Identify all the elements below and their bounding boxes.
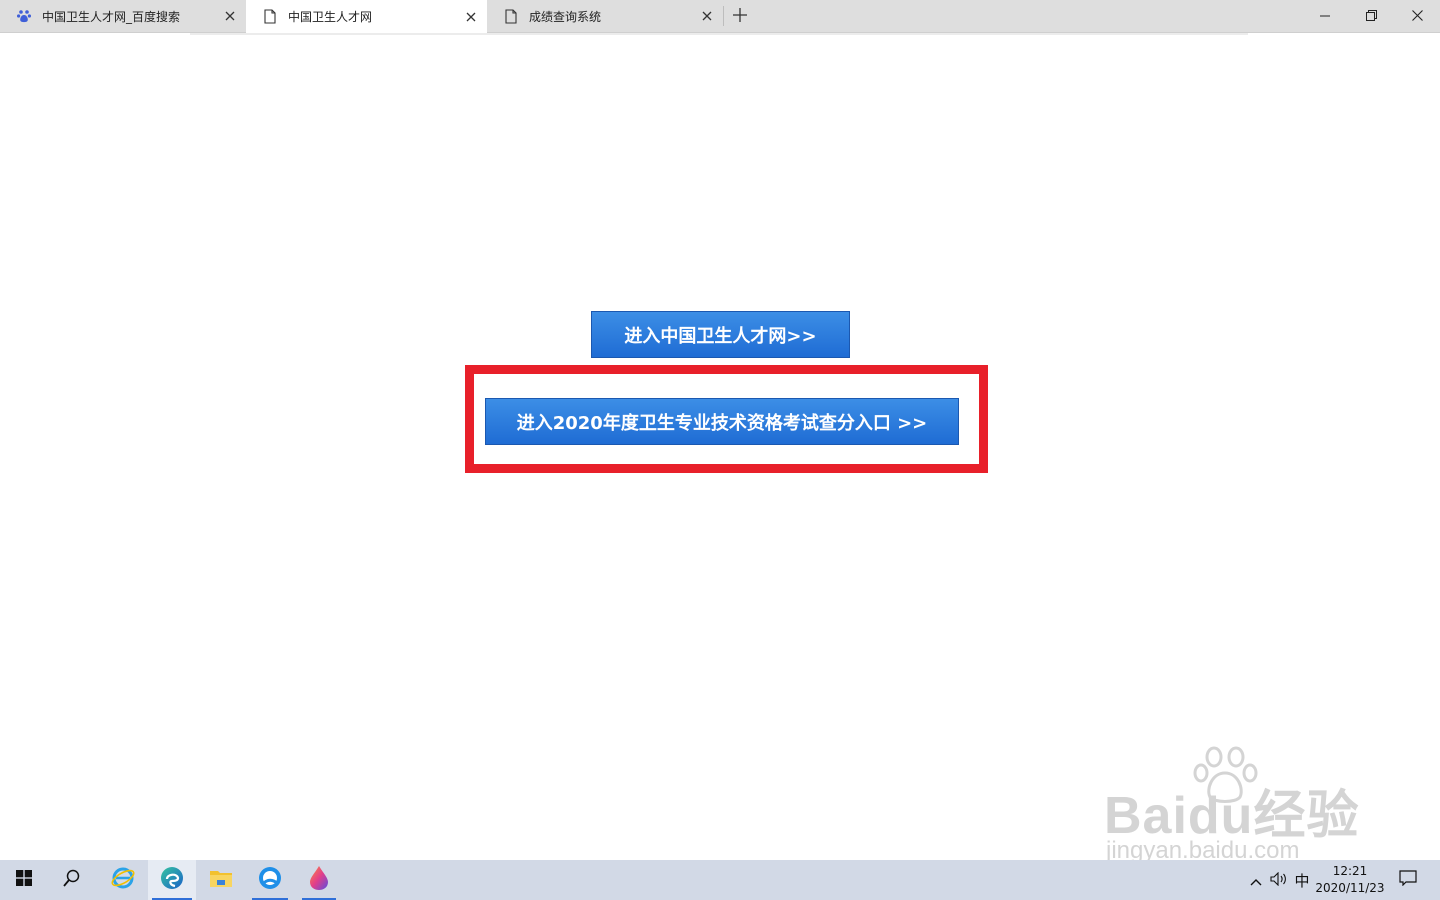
tab-health-talent[interactable]: 中国卫生人才网	[246, 0, 487, 33]
minimize-icon	[1320, 6, 1330, 25]
blue-app-icon	[257, 865, 283, 895]
show-hidden-icons-button[interactable]	[1246, 860, 1266, 900]
tab-separator	[723, 6, 724, 26]
tab-title: 成绩查询系统	[529, 9, 602, 24]
address-divider	[190, 33, 1248, 35]
notification-icon	[1399, 870, 1417, 890]
close-icon	[1411, 6, 1423, 25]
action-center-button[interactable]	[1392, 860, 1424, 900]
page-icon	[262, 9, 278, 25]
baidu-paw-icon	[16, 8, 32, 24]
tab-title: 中国卫生人才网_百度搜索	[42, 9, 181, 24]
taskbar-ie[interactable]	[100, 860, 146, 900]
internet-explorer-icon	[111, 866, 135, 894]
close-window-button[interactable]	[1394, 0, 1440, 30]
taskbar-file-explorer[interactable]	[198, 860, 244, 900]
tab-title: 中国卫生人才网	[288, 10, 373, 24]
chevron-up-icon	[1250, 871, 1262, 890]
restore-button[interactable]	[1348, 0, 1394, 30]
enter-health-talent-button[interactable]: 进入中国卫生人才网>>	[591, 311, 850, 358]
exam-score-entry-button[interactable]: 进入2020年度卫生专业技术资格考试查分入口 >>	[485, 398, 959, 445]
edge-browser-icon	[159, 865, 185, 895]
taskbar-edge[interactable]	[148, 860, 196, 900]
tab-score-query[interactable]: 成绩查询系统	[487, 0, 723, 32]
search-button[interactable]	[48, 860, 96, 900]
plus-icon	[733, 7, 747, 26]
ime-indicator[interactable]: 中	[1290, 860, 1314, 900]
taskbar-app-drop[interactable]	[298, 860, 340, 900]
new-tab-button[interactable]	[730, 6, 750, 26]
page-icon	[503, 8, 519, 24]
start-button[interactable]	[0, 860, 48, 900]
speaker-icon	[1270, 871, 1288, 890]
restore-icon	[1365, 6, 1377, 25]
paint-drop-icon	[308, 865, 330, 895]
minimize-button[interactable]	[1302, 0, 1348, 30]
search-icon	[63, 869, 81, 891]
baidu-watermark: Baidu经验 jingyan.baidu.com	[1100, 745, 1370, 865]
volume-button[interactable]	[1268, 860, 1290, 900]
close-icon[interactable]	[699, 8, 715, 24]
taskbar-app-blue[interactable]	[248, 860, 292, 900]
browser-tab-strip: 中国卫生人才网_百度搜索 中国卫生人才网 成绩查询系统	[0, 0, 1440, 33]
windows-logo-icon	[16, 870, 32, 890]
system-clock[interactable]: 12:21 2020/11/23	[1312, 863, 1388, 899]
clock-time: 12:21	[1332, 864, 1368, 878]
close-icon[interactable]	[463, 9, 479, 25]
tab-baidu-search[interactable]: 中国卫生人才网_百度搜索	[0, 0, 246, 32]
folder-icon	[209, 868, 233, 892]
close-icon[interactable]	[222, 8, 238, 24]
clock-date: 2020/11/23	[1315, 881, 1385, 895]
taskbar: 中 12:21 2020/11/23	[0, 860, 1440, 900]
